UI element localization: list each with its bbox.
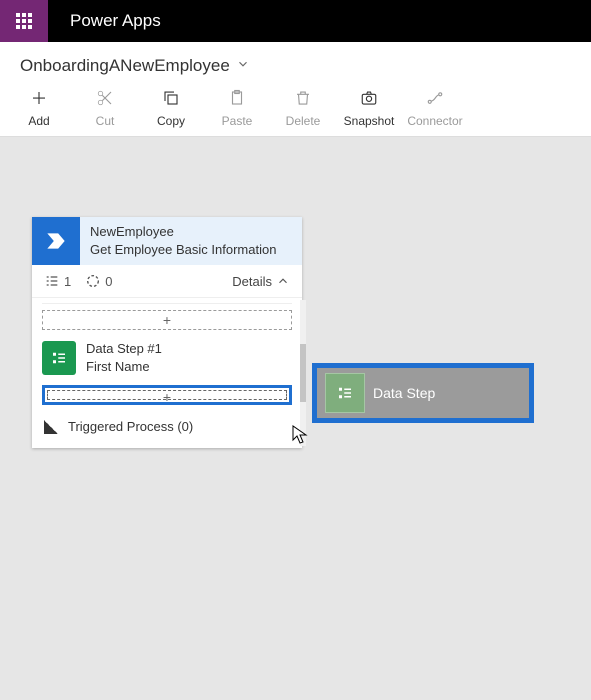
step-sub: First Name [86,358,162,376]
stage-title: NewEmployee [90,223,276,241]
drag-label: Data Step [373,385,435,401]
tool-label: Snapshot [336,114,402,128]
designer-canvas[interactable]: NewEmployee Get Employee Basic Informati… [0,137,591,697]
branches-count: 0 [85,273,112,289]
stage-subtitle: Get Employee Basic Information [90,241,276,259]
copy-icon [138,86,204,110]
tool-label: Connector [402,114,468,128]
tool-label: Delete [270,114,336,128]
titlebar: Power Apps [0,0,591,42]
plus-icon [6,86,72,110]
step-title: Data Step #1 [86,340,162,358]
cut-button[interactable]: Cut [72,86,138,128]
tool-label: Add [6,114,72,128]
app-launcher-button[interactable] [0,0,48,42]
steps-count: 1 [44,273,71,289]
subheader: OnboardingANewEmployee [0,42,591,82]
scissors-icon [72,86,138,110]
insert-slot-active[interactable]: + [42,385,292,405]
camera-icon [336,86,402,110]
form-icon [42,341,76,375]
paste-button[interactable]: Paste [204,86,270,128]
caret-icon [44,420,58,434]
spinner-icon [85,273,101,289]
snapshot-button[interactable]: Snapshot [336,86,402,128]
details-toggle[interactable]: Details [232,274,290,289]
chevron-up-icon [276,274,290,288]
stage-header[interactable]: NewEmployee Get Employee Basic Informati… [32,217,302,265]
add-button[interactable]: Add [6,86,72,128]
drag-ghost-data-step[interactable]: Data Step [312,363,534,423]
waffle-icon [16,13,32,29]
delete-button[interactable]: Delete [270,86,336,128]
stage-chevron-icon [32,217,80,265]
clipboard-icon [204,86,270,110]
scrollbar[interactable] [300,300,306,446]
tool-label: Paste [204,114,270,128]
app-title: Power Apps [48,11,183,31]
trash-icon [270,86,336,110]
connector-button[interactable]: Connector [402,86,468,128]
list-icon [44,273,60,289]
connector-icon [402,86,468,110]
triggered-process-row[interactable]: Triggered Process (0) [36,411,298,438]
triggered-label: Triggered Process (0) [68,419,193,434]
stage-meta-row: 1 0 Details [32,265,302,298]
insert-slot-top[interactable]: + [42,310,292,330]
toolbar: Add Cut Copy Paste Delete Snapshot Con [0,82,591,137]
scrollbar-thumb[interactable] [300,344,306,402]
stage-card[interactable]: NewEmployee Get Employee Basic Informati… [32,217,302,448]
tool-label: Cut [72,114,138,128]
data-step-1[interactable]: Data Step #1 First Name [36,336,298,379]
form-icon [325,373,365,413]
stage-body: + Data Step #1 First Name + Triggered Pr… [32,298,302,448]
copy-button[interactable]: Copy [138,86,204,128]
chevron-down-icon[interactable] [236,57,250,76]
flow-name: OnboardingANewEmployee [20,56,230,76]
tool-label: Copy [138,114,204,128]
